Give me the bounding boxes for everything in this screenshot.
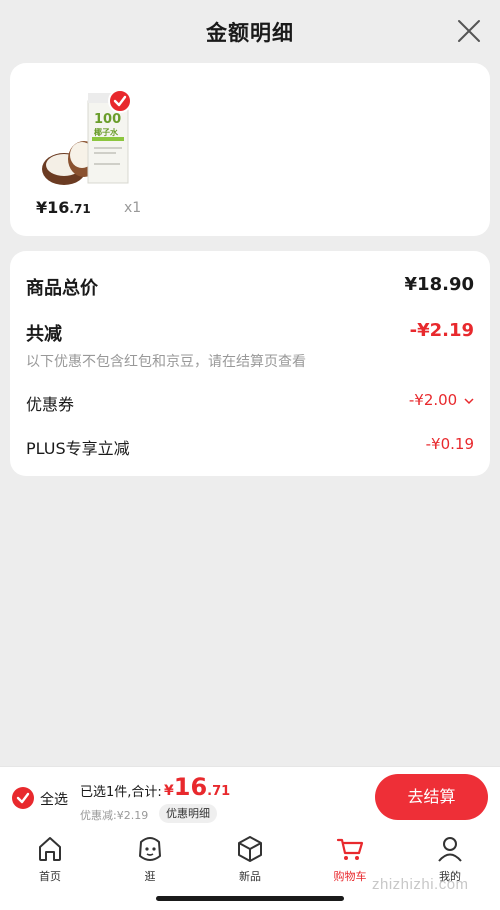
person-icon <box>438 837 462 862</box>
checkout-total: ¥16.71 <box>164 773 230 801</box>
page-title: 金额明细 <box>206 21 294 45</box>
summary-card: 商品总价 ¥18.90 共减 -¥2.19 以下优惠不包含红包和京豆，请在结算页… <box>10 251 490 476</box>
checkout-button[interactable]: 去结算 <box>375 774 488 820</box>
home-icon <box>39 837 61 861</box>
price-int: 16 <box>47 198 70 217</box>
tab-label: 首页 <box>39 870 61 883</box>
home-indicator-area <box>0 892 500 910</box>
reduce-value: -¥2.19 <box>409 320 474 341</box>
coupon-value: -¥2.00 <box>408 391 458 409</box>
product-price: ¥16.71 <box>36 198 91 217</box>
product-quantity: x1 <box>124 200 142 216</box>
tab-label: 逛 <box>144 870 156 883</box>
cart-icon <box>336 838 364 860</box>
price-dec: .71 <box>69 202 91 216</box>
coupon-value-wrap[interactable]: -¥2.00 <box>409 391 474 409</box>
close-icon[interactable] <box>456 18 482 44</box>
total-label: 商品总价 <box>26 278 98 299</box>
coupon-label: 优惠券 <box>26 395 75 414</box>
face-icon <box>139 837 161 861</box>
selected-count-text: 已选1件,合计: <box>80 785 162 800</box>
plus-label: PLUS专享立减 <box>26 439 130 458</box>
reduce-label: 共减 <box>26 324 62 345</box>
product-card: 100 椰子水 ¥16.71 x1 <box>10 63 490 236</box>
header: 金额明细 <box>0 0 500 64</box>
chevron-down-icon[interactable] <box>464 396 474 406</box>
plus-value: -¥0.19 <box>425 435 474 453</box>
box-icon <box>238 836 262 862</box>
tab-browse[interactable]: 逛 <box>110 828 190 892</box>
total-value: ¥18.90 <box>404 274 474 295</box>
price-symbol: ¥ <box>36 198 48 217</box>
saved-amount: 优惠减:¥2.19 <box>80 809 149 822</box>
tab-new[interactable]: 新品 <box>210 828 290 892</box>
tab-label: 新品 <box>239 870 261 883</box>
watermark: zhizhizhi.com <box>372 876 469 893</box>
select-all-label[interactable]: 全选 <box>40 789 68 809</box>
tab-home[interactable]: 首页 <box>10 828 90 892</box>
select-all-checkbox[interactable] <box>12 787 34 809</box>
discount-detail-button[interactable]: 优惠明细 <box>159 804 217 823</box>
total-symbol: ¥ <box>164 783 174 799</box>
svg-text:100: 100 <box>94 112 121 127</box>
svg-text:椰子水: 椰子水 <box>94 127 119 137</box>
total-int: 16 <box>173 773 208 801</box>
checkout-bar: 全选 已选1件,合计: ¥16.71 优惠减:¥2.19 优惠明细 去结算 <box>0 766 500 828</box>
total-dec: .71 <box>207 784 231 799</box>
discount-note: 以下优惠不包含红包和京豆，请在结算页查看 <box>26 354 306 370</box>
home-indicator <box>156 896 344 901</box>
selected-check-icon[interactable] <box>108 89 132 113</box>
